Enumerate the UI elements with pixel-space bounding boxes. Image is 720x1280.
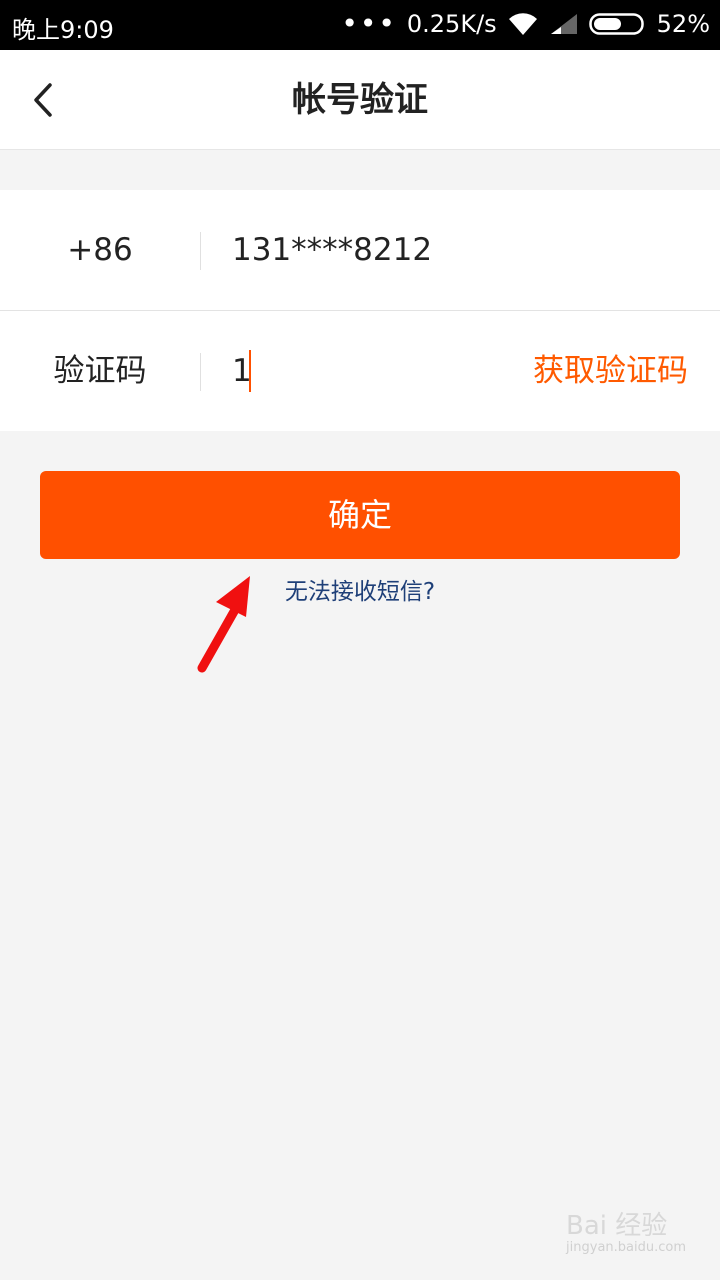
row-divider <box>200 353 201 391</box>
row-divider <box>200 232 201 270</box>
phone-number: 131****8212 <box>232 232 433 268</box>
code-input[interactable] <box>232 349 502 393</box>
get-code-button[interactable]: 获取验证码 <box>533 311 688 431</box>
signal-icon <box>549 12 579 36</box>
status-bar: 晚上9:09 ••• 0.25K/s 52% <box>0 0 720 50</box>
status-time: 晚上9:09 <box>12 16 114 44</box>
watermark-brand: Bai 经验 <box>566 1211 668 1241</box>
country-code[interactable]: +86 <box>0 190 200 310</box>
confirm-button[interactable]: 确定 <box>40 471 680 559</box>
no-sms-link-label: 无法接收短信? <box>284 579 436 605</box>
network-speed: 0.25K/s <box>406 10 497 38</box>
watermark-url: jingyan.baidu.com <box>566 1240 686 1255</box>
status-right: ••• 0.25K/s 52% <box>341 7 710 40</box>
annotation-arrow-icon <box>190 570 260 679</box>
nav-bar: 帐号验证 <box>0 50 720 150</box>
battery-level: 52% <box>656 10 710 38</box>
verification-form: +86 131****8212 验证码 获取验证码 <box>0 190 720 431</box>
wifi-icon <box>507 11 539 37</box>
text-cursor <box>249 350 251 392</box>
notification-dots-icon: ••• <box>341 7 397 40</box>
phone-row: +86 131****8212 <box>0 190 720 311</box>
page-title: 帐号验证 <box>292 80 428 120</box>
code-row: 验证码 获取验证码 <box>0 311 720 431</box>
battery-icon <box>588 12 647 36</box>
code-label: 验证码 <box>53 353 147 389</box>
baidu-jingyan-watermark: Bai 经验 jingyan.baidu.com <box>566 1205 686 1255</box>
no-sms-link[interactable]: 无法接收短信? <box>0 572 720 606</box>
